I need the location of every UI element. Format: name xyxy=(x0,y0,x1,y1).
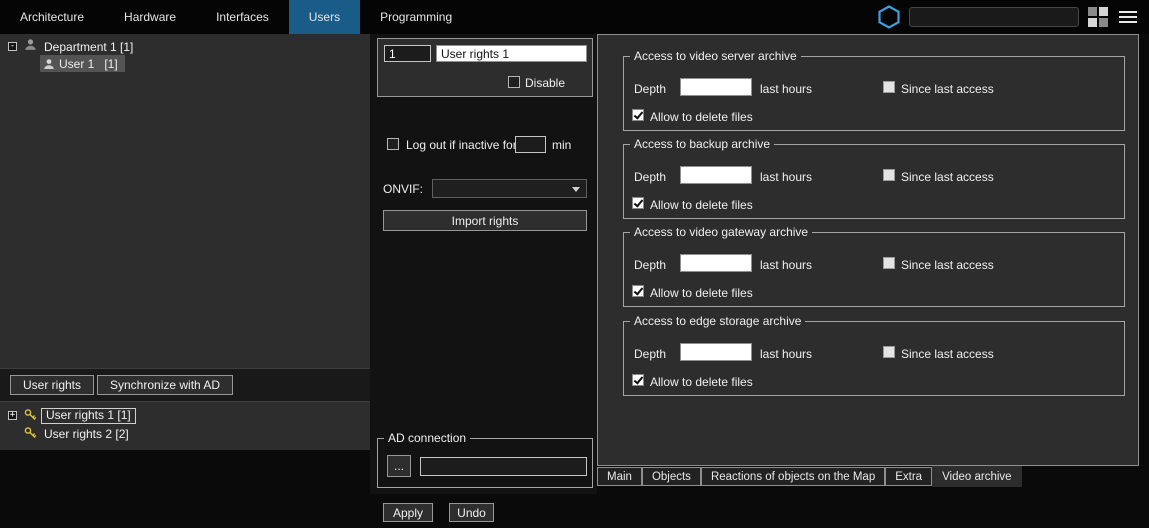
ad-connection-group: AD connection ... xyxy=(377,438,593,488)
depth-label: Depth xyxy=(634,347,666,361)
key-icon xyxy=(24,426,37,442)
apps-grid-icon[interactable] xyxy=(1088,7,1108,27)
tab-reactions[interactable]: Reactions of objects on the Map xyxy=(701,467,885,486)
archive-tabstrip: Main Objects Reactions of objects on the… xyxy=(597,466,1022,487)
allow-delete-label: Allow to delete files xyxy=(650,375,753,389)
archive-group-edge-storage: Access to edge storage archive Depth las… xyxy=(623,321,1125,396)
user-rights-button[interactable]: User rights xyxy=(10,375,94,395)
synchronize-ad-button[interactable]: Synchronize with AD xyxy=(97,375,233,395)
object-name-input[interactable] xyxy=(436,45,587,62)
hamburger-bar xyxy=(1119,11,1137,13)
onvif-dropdown[interactable] xyxy=(432,179,587,198)
menu-tab-hardware[interactable]: Hardware xyxy=(104,0,196,34)
hamburger-menu-icon[interactable] xyxy=(1117,9,1139,25)
last-hours-label: last hours xyxy=(760,170,812,184)
since-last-access-label: Since last access xyxy=(901,347,994,361)
apply-button[interactable]: Apply xyxy=(383,503,433,522)
depth-input[interactable] xyxy=(680,343,752,361)
user-rights-tree-panel: + User rights 1 [1] User rights 2 [2] xyxy=(0,402,370,450)
allow-delete-label: Allow to delete files xyxy=(650,110,753,124)
archive-group-backup: Access to backup archive Depth last hour… xyxy=(623,144,1125,219)
video-archive-page: Access to video server archive Depth las… xyxy=(597,34,1139,466)
since-last-access-label: Since last access xyxy=(901,170,994,184)
app-window: Architecture Hardware Interfaces Users P… xyxy=(0,0,1149,528)
object-id-input[interactable] xyxy=(384,45,431,62)
allow-delete-checkbox[interactable] xyxy=(632,374,644,386)
group-title: Access to video server archive xyxy=(630,49,801,63)
archive-group-video-gateway: Access to video gateway archive Depth la… xyxy=(623,232,1125,307)
logout-minutes-input[interactable] xyxy=(515,136,546,153)
since-last-access-checkbox[interactable] xyxy=(883,346,895,358)
since-last-access-label: Since last access xyxy=(901,258,994,272)
last-hours-label: last hours xyxy=(760,347,812,361)
allow-delete-checkbox[interactable] xyxy=(632,109,644,121)
undo-button[interactable]: Undo xyxy=(449,503,494,522)
depth-input[interactable] xyxy=(680,78,752,96)
user-icon xyxy=(43,58,55,70)
tab-video-archive[interactable]: Video archive xyxy=(932,466,1021,487)
grid-square xyxy=(1099,7,1108,16)
tab-extra[interactable]: Extra xyxy=(885,467,932,486)
depth-label: Depth xyxy=(634,170,666,184)
app-logo-icon xyxy=(878,5,900,29)
group-title: Access to video gateway archive xyxy=(630,225,812,239)
since-last-access-checkbox[interactable] xyxy=(883,81,895,93)
tree-item-user-label: User 1 [1] xyxy=(59,57,118,71)
ad-browse-button[interactable]: ... xyxy=(387,455,411,477)
allow-delete-checkbox[interactable] xyxy=(632,197,644,209)
tree-expander-collapse[interactable]: - xyxy=(8,42,17,51)
tree-item-user[interactable]: User 1 [1] xyxy=(40,55,125,72)
top-menu-bar: Architecture Hardware Interfaces Users P… xyxy=(0,0,1149,34)
grid-square xyxy=(1088,7,1097,16)
menu-tab-users[interactable]: Users xyxy=(289,0,360,34)
disable-label: Disable xyxy=(525,76,565,90)
ad-connection-input[interactable] xyxy=(420,457,587,476)
settings-column xyxy=(370,34,597,494)
since-last-access-label: Since last access xyxy=(901,82,994,96)
menu-tab-interfaces[interactable]: Interfaces xyxy=(196,0,289,34)
tree-item-department[interactable]: Department 1 [1] xyxy=(44,40,133,54)
hamburger-bar xyxy=(1119,16,1137,18)
tree-item-user-rights-2[interactable]: User rights 2 [2] xyxy=(44,427,129,441)
last-hours-label: last hours xyxy=(760,82,812,96)
topbar-right-controls xyxy=(878,0,1149,34)
logout-inactive-label: Log out if inactive for xyxy=(406,138,517,152)
depth-label: Depth xyxy=(634,258,666,272)
archive-group-video-server: Access to video server archive Depth las… xyxy=(623,56,1125,131)
tab-main[interactable]: Main xyxy=(597,467,642,486)
allow-delete-checkbox[interactable] xyxy=(632,285,644,297)
depth-label: Depth xyxy=(634,82,666,96)
hamburger-bar xyxy=(1119,21,1137,23)
tree-expander-expand[interactable]: + xyxy=(8,411,17,420)
menu-tab-architecture[interactable]: Architecture xyxy=(0,0,104,34)
disable-checkbox[interactable] xyxy=(508,76,520,88)
group-title: Access to backup archive xyxy=(630,137,774,151)
allow-delete-label: Allow to delete files xyxy=(650,198,753,212)
grid-square xyxy=(1099,18,1108,27)
since-last-access-checkbox[interactable] xyxy=(883,257,895,269)
depth-input[interactable] xyxy=(680,166,752,184)
depth-input[interactable] xyxy=(680,254,752,272)
onvif-label: ONVIF: xyxy=(383,182,423,196)
import-rights-button[interactable]: Import rights xyxy=(383,210,587,231)
logout-inactive-checkbox[interactable] xyxy=(387,138,399,150)
ad-connection-title: AD connection xyxy=(384,431,470,445)
menu-tab-programming[interactable]: Programming xyxy=(360,0,472,34)
search-input[interactable] xyxy=(909,7,1079,27)
tree-item-user-rights-1[interactable]: User rights 1 [1] xyxy=(41,408,136,424)
tree-switch-strip: User rights Synchronize with AD xyxy=(0,368,370,402)
tab-objects[interactable]: Objects xyxy=(642,467,701,486)
grid-square xyxy=(1088,18,1097,27)
last-hours-label: last hours xyxy=(760,258,812,272)
allow-delete-label: Allow to delete files xyxy=(650,286,753,300)
chevron-down-icon xyxy=(572,187,580,192)
logout-minutes-unit: min xyxy=(552,138,571,152)
group-title: Access to edge storage archive xyxy=(630,314,805,328)
identity-panel: Disable xyxy=(377,38,593,97)
since-last-access-checkbox[interactable] xyxy=(883,169,895,181)
department-icon xyxy=(24,38,37,54)
departments-tree-panel: - Department 1 [1] User 1 [1] xyxy=(0,34,370,368)
key-icon xyxy=(24,408,37,424)
